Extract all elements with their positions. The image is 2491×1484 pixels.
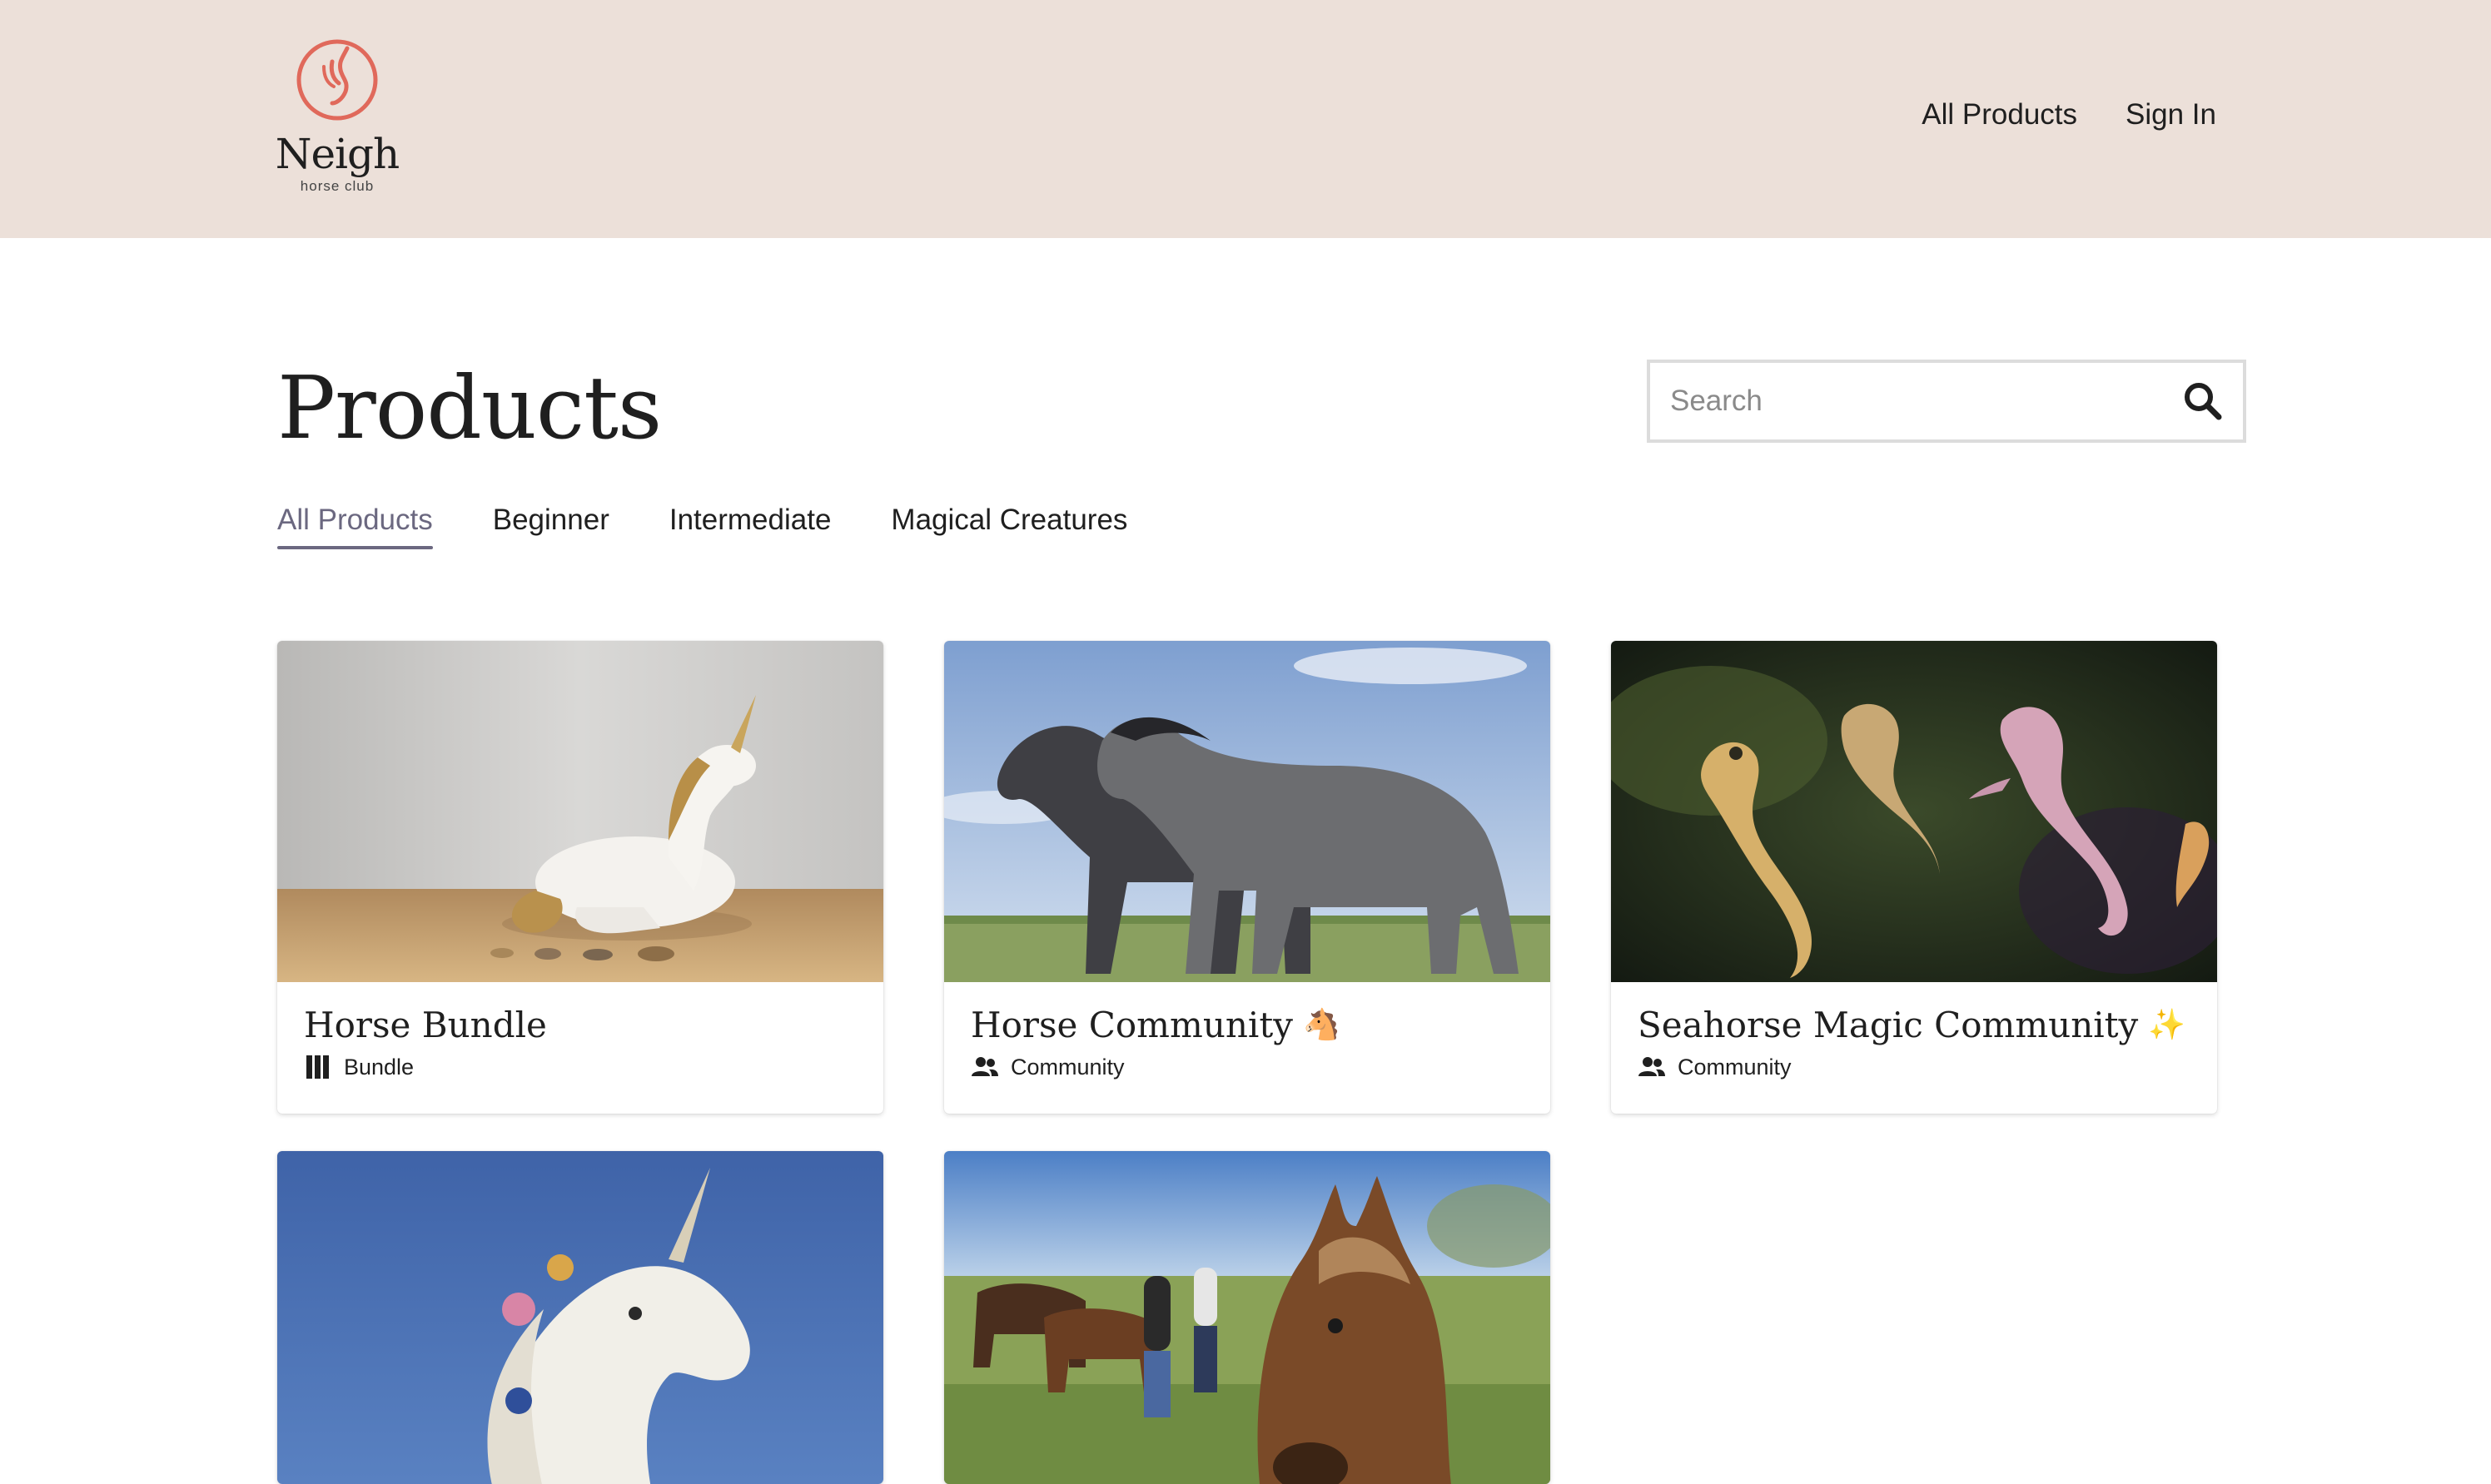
card-body: Seahorse Magic Community ✨ Community xyxy=(1611,982,2217,1114)
tab-magical-creatures[interactable]: Magical Creatures xyxy=(891,499,1127,546)
card-type-label: Community xyxy=(1011,1055,1125,1079)
category-tabs: All Products Beginner Intermediate Magic… xyxy=(277,499,1127,549)
horse-emoji-icon: 🐴 xyxy=(1302,1008,1340,1042)
horse-logo-icon xyxy=(296,39,378,121)
card-type-label: Community xyxy=(1678,1055,1792,1079)
product-card-horse-pasture[interactable] xyxy=(944,1151,1550,1484)
tab-beginner[interactable]: Beginner xyxy=(493,499,609,546)
search-button[interactable] xyxy=(2181,380,2225,423)
nav-sign-in[interactable]: Sign In xyxy=(2126,98,2216,132)
brand-name: Neigh xyxy=(275,130,400,178)
brand-tagline: horse club xyxy=(300,178,375,194)
product-image-unicorn-statue xyxy=(277,1151,883,1484)
product-card-seahorse-magic-community[interactable]: Seahorse Magic Community ✨ Community xyxy=(1611,641,2217,1114)
card-body: Horse Bundle Bundle xyxy=(277,982,883,1114)
page-title: Products xyxy=(277,357,662,459)
tab-intermediate[interactable]: Intermediate xyxy=(669,499,832,546)
card-title-text: Seahorse Magic Community xyxy=(1638,1005,2139,1045)
search-input[interactable] xyxy=(1650,363,2158,439)
site-header: Neigh horse club All Products Sign In xyxy=(0,0,2491,238)
people-icon xyxy=(1638,1057,1665,1076)
search-icon xyxy=(2185,383,2222,420)
card-meta: Community xyxy=(971,1054,1524,1080)
card-title-text: Horse Community xyxy=(971,1005,1293,1045)
card-body: Horse Community 🐴 Community xyxy=(944,982,1550,1114)
card-meta: Community xyxy=(1638,1054,2190,1080)
card-title: Seahorse Magic Community ✨ xyxy=(1638,1004,2190,1047)
card-title-text: Horse Bundle xyxy=(304,1005,547,1045)
product-image-unicorn-figurine xyxy=(277,641,883,982)
brand-logo[interactable]: Neigh horse club xyxy=(275,33,400,208)
product-card-horse-bundle[interactable]: Horse Bundle Bundle xyxy=(277,641,883,1114)
product-image-two-horses xyxy=(944,641,1550,982)
product-card-horse-community[interactable]: Horse Community 🐴 Community xyxy=(944,641,1550,1114)
people-icon xyxy=(972,1057,998,1076)
top-nav: All Products Sign In xyxy=(1922,98,2216,132)
product-image-horse-pasture xyxy=(944,1151,1550,1484)
search-box xyxy=(1647,360,2246,443)
product-image-seahorses xyxy=(1611,641,2217,982)
card-meta: Bundle xyxy=(304,1054,857,1080)
card-title: Horse Bundle xyxy=(304,1004,857,1047)
card-type-label: Bundle xyxy=(344,1055,415,1079)
product-card-unicorn-statue[interactable] xyxy=(277,1151,883,1484)
bundle-icon xyxy=(306,1055,329,1079)
card-title: Horse Community 🐴 xyxy=(971,1004,1524,1047)
tab-all-products[interactable]: All Products xyxy=(277,499,433,549)
nav-all-products[interactable]: All Products xyxy=(1922,98,2077,132)
sparkles-emoji-icon: ✨ xyxy=(2148,1008,2186,1042)
